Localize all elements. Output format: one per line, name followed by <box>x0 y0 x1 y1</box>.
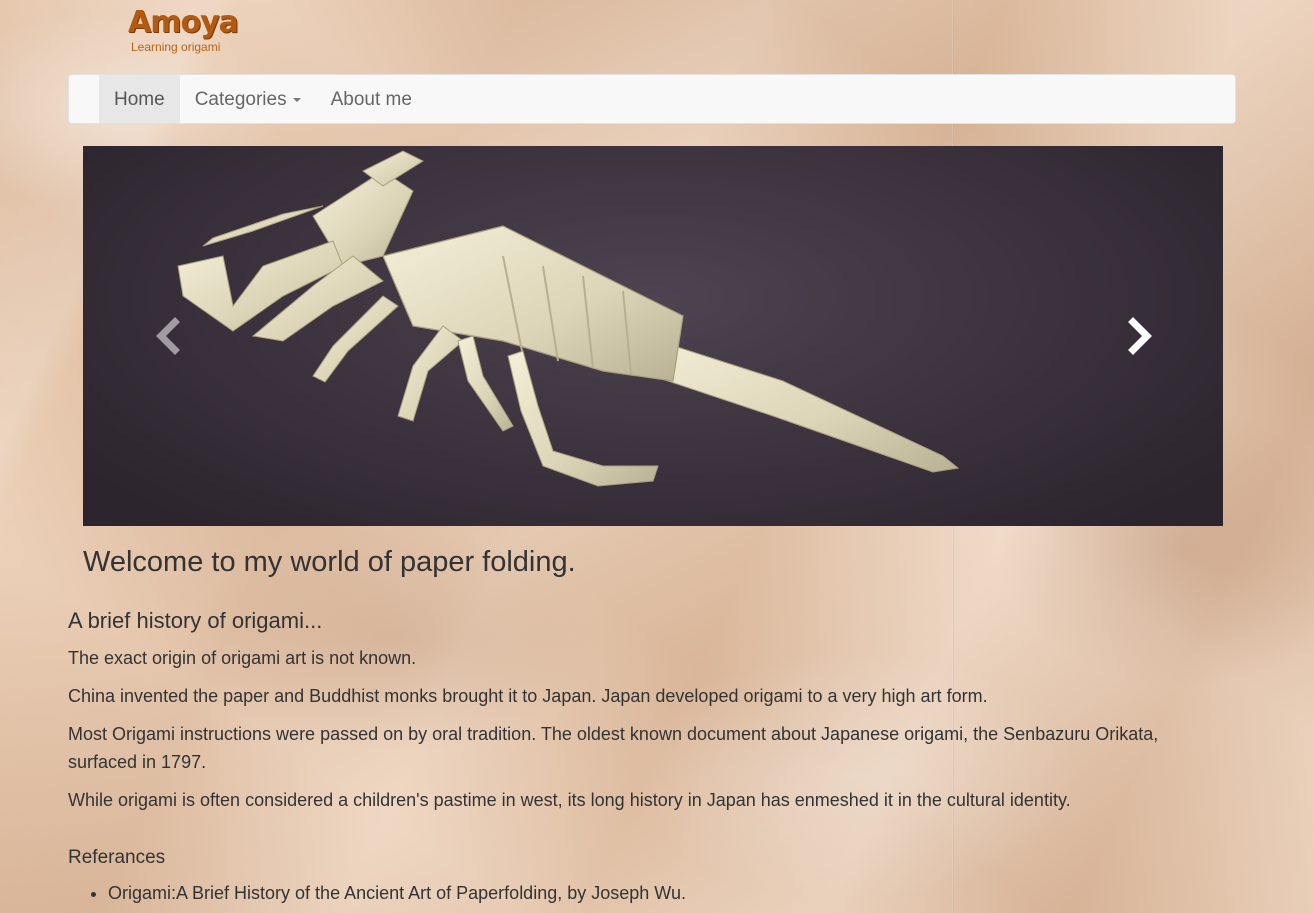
nav-item-categories[interactable]: Categories <box>180 75 316 123</box>
reference-item: Origami:A Brief History of the Ancient A… <box>108 880 1228 906</box>
nav-item-home[interactable]: Home <box>99 75 180 123</box>
history-paragraph: Most Origami instructions were passed on… <box>68 724 1159 772</box>
carousel-prev-button[interactable] <box>149 316 189 356</box>
origami-scorpion-image <box>177 150 960 487</box>
image-carousel[interactable] <box>83 146 1223 526</box>
main-navbar: Home Categories About me <box>68 74 1236 124</box>
caret-down-icon <box>292 97 301 102</box>
logo-tagline: Learning origami <box>131 40 221 54</box>
nav-list: Home Categories About me <box>99 75 427 123</box>
history-paragraph: The exact origin of origami art is not k… <box>68 648 417 668</box>
nav-item-label: Home <box>114 89 165 110</box>
nav-item-about[interactable]: About me <box>316 75 427 123</box>
history-paragraph: While origami is often considered a chil… <box>68 790 1071 810</box>
site-logo[interactable]: Amoya Learning origami <box>128 6 240 64</box>
history-heading: A brief history of origami... <box>68 608 323 633</box>
nav-item-label: Categories <box>194 89 287 110</box>
nav-item-label: About me <box>330 89 412 110</box>
logo-wordmark: Amoya <box>128 5 239 40</box>
chevron-left-icon <box>156 317 180 355</box>
carousel-next-button[interactable] <box>1119 316 1159 356</box>
chevron-right-icon <box>1128 317 1152 355</box>
main-content: A brief history of origami... The exact … <box>68 606 1228 906</box>
welcome-heading: Welcome to my world of paper folding. <box>83 546 576 578</box>
references-heading: Referances <box>68 847 166 868</box>
references-list: Origami:A Brief History of the Ancient A… <box>68 880 1228 906</box>
history-paragraph: China invented the paper and Buddhist mo… <box>68 686 988 706</box>
